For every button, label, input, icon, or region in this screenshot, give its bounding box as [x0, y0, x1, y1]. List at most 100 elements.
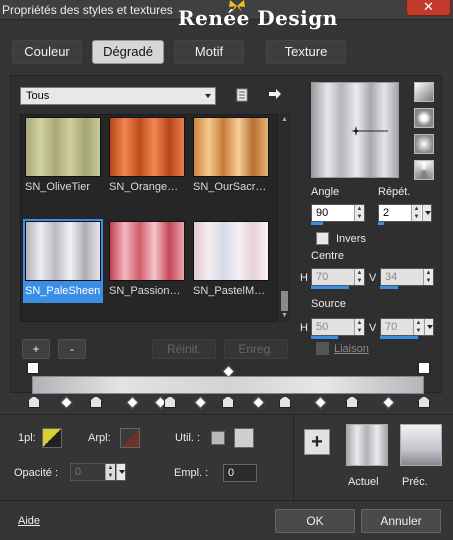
source-label: Source: [311, 298, 346, 310]
background-swatch[interactable]: [120, 428, 140, 448]
gradient-swatch: [25, 117, 101, 177]
color-stop-marker[interactable]: [222, 396, 234, 408]
scroll-down-icon[interactable]: ▼: [281, 312, 288, 319]
center-h-value: 70: [316, 271, 329, 283]
chevron-down-icon[interactable]: [116, 464, 125, 480]
previous-swatch[interactable]: [400, 424, 442, 466]
color-stop-marker[interactable]: [418, 396, 430, 408]
divider: [293, 414, 294, 500]
chevron-down-icon[interactable]: [422, 205, 431, 221]
color-midpoint-marker[interactable]: [60, 396, 73, 409]
gradient-preview[interactable]: [311, 82, 399, 178]
tab-texture[interactable]: Texture: [266, 40, 346, 64]
center-h-input[interactable]: 70 ▲ ▼: [311, 268, 365, 286]
color-midpoint-marker[interactable]: [194, 396, 207, 409]
spin-icon[interactable]: ▲ ▼: [413, 319, 423, 335]
sunburst-mode-icon[interactable]: [414, 160, 434, 180]
gradient-tile[interactable]: SN_PastelM…: [191, 219, 271, 303]
tab-degrade[interactable]: Dégradé: [92, 40, 164, 64]
center-v-input[interactable]: 34 ▲ ▼: [380, 268, 434, 286]
center-v-level: [380, 286, 398, 289]
source-v-label: V: [369, 322, 377, 334]
add-gradient-button[interactable]: +: [22, 339, 50, 359]
spin-icon[interactable]: ▲ ▼: [105, 464, 115, 480]
help-link[interactable]: Aide: [18, 515, 40, 527]
library-scrollbar[interactable]: ▲ ▼: [279, 114, 290, 322]
opacity-stop-marker[interactable]: [27, 362, 39, 374]
gradient-label: SN_PaleSheen: [25, 285, 101, 297]
save-button[interactable]: Enreg.: [224, 339, 288, 359]
tab-motif[interactable]: Motif: [174, 40, 244, 64]
gradient-tile-selected[interactable]: SN_PaleSheen: [23, 219, 103, 303]
source-h-label: H: [300, 322, 308, 334]
source-v-input[interactable]: 70 ▲ ▼: [380, 318, 434, 336]
color-stop-marker[interactable]: [279, 396, 291, 408]
color-stop-marker[interactable]: [164, 396, 176, 408]
remove-gradient-button[interactable]: -: [58, 339, 86, 359]
center-h-label: H: [300, 272, 308, 284]
repeat-input[interactable]: 2 ▲ ▼: [378, 204, 432, 222]
gradient-editor-bar[interactable]: [32, 376, 424, 394]
radial-mode-icon[interactable]: [414, 134, 434, 154]
window-title: Propriétés des styles et textures: [2, 3, 173, 17]
color-midpoint-marker[interactable]: [252, 396, 265, 409]
invert-checkbox[interactable]: [316, 232, 329, 245]
gradient-label: SN_Orange…: [109, 181, 179, 193]
angle-input[interactable]: 90 ▲ ▼: [311, 204, 365, 222]
center-label: Centre: [311, 250, 345, 262]
ok-button[interactable]: OK: [275, 509, 355, 533]
reset-button[interactable]: Réinit.: [152, 339, 216, 359]
scroll-up-icon[interactable]: ▲: [281, 116, 288, 123]
color-midpoint-marker[interactable]: [382, 396, 395, 409]
arrow-right-icon[interactable]: [268, 88, 282, 100]
gradient-tile[interactable]: SN_Orange…: [107, 115, 187, 199]
tab-couleur[interactable]: Couleur: [12, 40, 82, 64]
empl-input[interactable]: 0: [223, 464, 257, 482]
scrollbar-thumb[interactable]: [281, 291, 288, 311]
color-stop-marker[interactable]: [28, 396, 40, 408]
empl-label: Empl. :: [174, 467, 209, 479]
user-color-swatch-large[interactable]: [234, 428, 254, 448]
spin-icon[interactable]: ▲ ▼: [354, 319, 364, 335]
spin-icon[interactable]: ▲ ▼: [354, 269, 364, 285]
invert-label: Invers: [336, 233, 366, 245]
foreground-swatch[interactable]: [42, 428, 62, 448]
chevron-down-icon[interactable]: [424, 319, 433, 335]
opacity-stop-marker[interactable]: [418, 362, 430, 374]
gradient-label: SN_OurSacr…: [193, 181, 267, 193]
repeat-value: 2: [383, 207, 390, 219]
color-stop-marker[interactable]: [346, 396, 358, 408]
previous-label: Préc.: [402, 476, 428, 488]
gradient-tile[interactable]: SN_OurSacr…: [191, 115, 271, 199]
current-swatch[interactable]: [346, 424, 388, 466]
color-midpoint-marker[interactable]: [126, 396, 139, 409]
center-h-level: [311, 286, 349, 289]
rectangular-mode-icon[interactable]: [414, 108, 434, 128]
angle-handle-icon[interactable]: [350, 125, 390, 137]
category-dropdown[interactable]: Tous: [20, 87, 216, 105]
source-h-value: 50: [316, 321, 329, 333]
cancel-button[interactable]: Annuler: [361, 509, 441, 533]
spin-icon[interactable]: ▲ ▼: [411, 205, 421, 221]
source-v-level: [380, 336, 418, 339]
util-label: Util. :: [175, 432, 201, 444]
gradient-tile[interactable]: SN_OliveTier: [23, 115, 103, 199]
source-h-input[interactable]: 50 ▲ ▼: [311, 318, 365, 336]
source-h-level: [311, 336, 338, 339]
divider: [0, 414, 453, 415]
document-icon[interactable]: [236, 88, 248, 102]
gradient-swatch: [193, 221, 269, 281]
spin-icon[interactable]: ▲ ▼: [354, 205, 364, 221]
add-swatch-button[interactable]: +: [304, 429, 330, 455]
angle-level: [311, 222, 323, 225]
angle-value: 90: [316, 207, 329, 219]
linear-mode-icon[interactable]: [414, 82, 434, 102]
user-color-swatch[interactable]: [211, 431, 225, 445]
link-checkbox[interactable]: [316, 342, 329, 355]
spin-icon[interactable]: ▲ ▼: [423, 269, 433, 285]
gradient-tile[interactable]: SN_Passion…: [107, 219, 187, 303]
color-midpoint-marker[interactable]: [314, 396, 327, 409]
opacity-input[interactable]: 0 ▲ ▼: [70, 463, 126, 481]
close-button[interactable]: ✕: [406, 0, 451, 16]
color-stop-marker[interactable]: [90, 396, 102, 408]
